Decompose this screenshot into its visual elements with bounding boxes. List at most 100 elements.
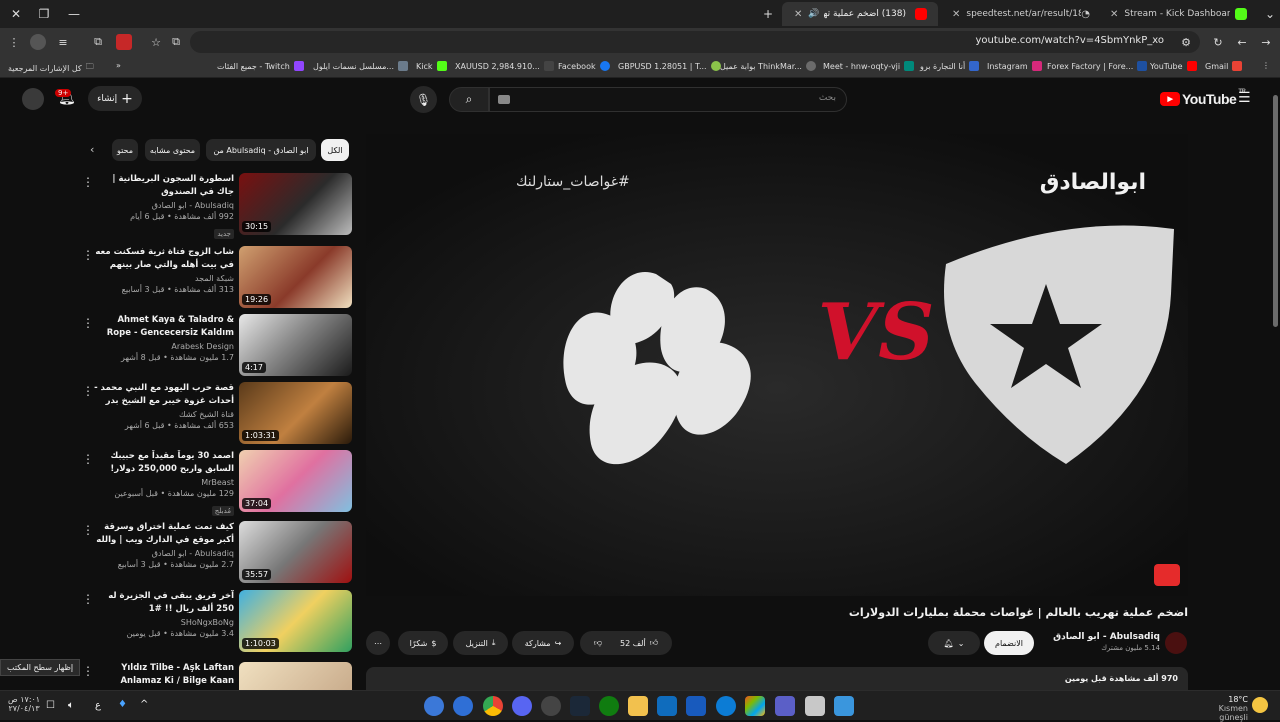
- recommendation-item[interactable]: 1:03:31 قصة حرب اليهود مع النبي محمد - أ…: [80, 382, 352, 446]
- edge-icon[interactable]: [716, 696, 736, 716]
- chip-similar[interactable]: محتوى مشابه: [145, 139, 200, 161]
- more-actions-icon[interactable]: ⋮: [82, 452, 94, 466]
- bookmarks-more-icon[interactable]: ⋮: [1262, 61, 1270, 70]
- recommendation-item[interactable]: 1:10:03 آخر فريق يبقى في الجزيرة له 250 …: [80, 590, 352, 654]
- channel-name[interactable]: Abulsadiq - ابو الصادق: [1045, 632, 1160, 642]
- back-icon[interactable]: ←: [1234, 34, 1250, 50]
- share-button[interactable]: مشاركة ↪: [512, 631, 574, 655]
- chip-from-channel[interactable]: من Abulsadiq - ابو الصادق: [206, 139, 316, 161]
- chip-all[interactable]: الكل: [321, 139, 349, 161]
- menu-icon[interactable]: ⋮: [6, 34, 22, 50]
- tray-app-icon[interactable]: ♦: [118, 699, 127, 710]
- bookmark-star-icon[interactable]: ☆: [148, 34, 164, 50]
- more-actions-icon[interactable]: ⋮: [82, 523, 94, 537]
- channel-avatar[interactable]: [1165, 632, 1187, 654]
- bookmark-gbpusd[interactable]: GBPUSD 1.28051 | T...: [618, 61, 721, 71]
- xbox-icon[interactable]: [599, 696, 619, 716]
- bookmark-twitch[interactable]: جميع الفئات - Twitch: [217, 61, 304, 71]
- recommendation-item[interactable]: 35:57 كيف تمت عملية اختراق وسرقة أكبر مو…: [80, 521, 352, 585]
- extensions-icon[interactable]: ⧉: [90, 34, 106, 50]
- audio-icon[interactable]: 🔊: [808, 9, 819, 19]
- bookmark-meet[interactable]: Meet - hnw-oqty-vji: [823, 61, 915, 71]
- start-icon[interactable]: [834, 696, 854, 716]
- minimize-window-icon[interactable]: —: [64, 4, 84, 24]
- bookmark-tijara[interactable]: أنا التجارة برو: [920, 61, 980, 71]
- bookmark-youtube[interactable]: YouTube: [1150, 61, 1197, 71]
- reload-icon[interactable]: ↻: [1210, 34, 1226, 50]
- tab-kick[interactable]: ✕ Stream - Kick Dashboard: [1098, 2, 1258, 26]
- video-thumbnail[interactable]: 1:10:03: [239, 590, 352, 652]
- search-button[interactable]: ⌕: [449, 87, 489, 112]
- weather-widget[interactable]: 18°C Kısmen güneşli: [1200, 695, 1248, 722]
- video-player[interactable]: VS ابوالصادق #غواصات_ستارلنك: [366, 134, 1188, 596]
- more-actions-icon[interactable]: ⋮: [82, 316, 94, 330]
- steam-icon[interactable]: [570, 696, 590, 716]
- recommendation-item[interactable]: 4:17 Ahmet Kaya & Taladro & Rope - Gence…: [80, 314, 352, 378]
- site-info-icon[interactable]: ⚙: [1178, 34, 1194, 50]
- recommendation-item[interactable]: 30:15 اسطورة السجون البريطانية | جاك في …: [80, 173, 352, 239]
- keyboard-icon[interactable]: [498, 95, 510, 104]
- volume-icon[interactable]: 🔈︎: [68, 700, 74, 711]
- recommendation-item[interactable]: 19:26 شاب الزوج فتاة ثرية فسكنت معه في ب…: [80, 246, 352, 310]
- video-thumbnail[interactable]: 19:26: [239, 246, 352, 308]
- close-tab-icon[interactable]: ✕: [1110, 9, 1118, 20]
- bookmark-instagram[interactable]: Instagram: [987, 61, 1042, 71]
- discord-icon[interactable]: [512, 696, 532, 716]
- more-actions-icon[interactable]: ⋮: [82, 384, 94, 398]
- extension-icon[interactable]: [116, 34, 132, 50]
- dislike-icon[interactable]: 👎︎: [594, 638, 602, 648]
- reading-list-icon[interactable]: ≡: [55, 34, 71, 50]
- bookmark-facebook[interactable]: Facebook: [558, 61, 610, 71]
- all-bookmarks[interactable]: كل الإشارات المرجعية 🗀: [8, 61, 94, 75]
- close-tab-icon[interactable]: ✕: [952, 9, 960, 20]
- obs-icon[interactable]: [541, 696, 561, 716]
- more-actions-icon[interactable]: ⋮: [82, 664, 94, 678]
- chrome-icon[interactable]: [483, 696, 503, 716]
- more-actions-button[interactable]: ⋯: [366, 631, 390, 655]
- youtube-logo[interactable]: ▶ YouTube TR: [1160, 89, 1246, 107]
- file-explorer-icon[interactable]: [628, 696, 648, 716]
- video-thumbnail[interactable]: [239, 662, 352, 690]
- chip-more[interactable]: محتو: [112, 139, 138, 161]
- search-input[interactable]: بحث: [489, 87, 847, 112]
- word-icon[interactable]: [686, 696, 706, 716]
- outlook-icon[interactable]: [657, 696, 677, 716]
- tab-speedtest[interactable]: ✕ speedtest.net/ar/result/183064 ◔: [940, 2, 1096, 26]
- video-thumbnail[interactable]: 4:17: [239, 314, 352, 376]
- video-thumbnail[interactable]: 35:57: [239, 521, 352, 583]
- video-thumbnail[interactable]: 37:04: [239, 450, 352, 512]
- video-thumbnail[interactable]: 1:03:31: [239, 382, 352, 444]
- notifications-icon[interactable]: ☐: [46, 700, 55, 711]
- install-icon[interactable]: ⧉: [168, 34, 184, 50]
- account-avatar[interactable]: [22, 88, 44, 110]
- task-view-icon[interactable]: [805, 696, 825, 716]
- bookmark-series[interactable]: مسلسل نسمات ايلول...: [313, 61, 408, 71]
- language-indicator[interactable]: ع: [95, 700, 101, 711]
- clock[interactable]: ١٧:٠١ ص ٢٧/٠٤/١٣: [8, 695, 40, 713]
- recommendation-item[interactable]: 37:04 اصمد 30 يوماً مقيداً مع حبيبك السا…: [80, 450, 352, 516]
- like-icon[interactable]: 👍︎: [650, 638, 658, 648]
- join-button[interactable]: الانضمام: [984, 631, 1034, 655]
- scrollbar-thumb[interactable]: [1273, 95, 1278, 327]
- guide-menu-icon[interactable]: ☰: [1238, 90, 1251, 106]
- profile-avatar[interactable]: [30, 34, 46, 50]
- tab-youtube[interactable]: ✕ 🔊 (138) اضخم عملية تهريب بال: [782, 2, 938, 26]
- tray-expand-icon[interactable]: ^: [140, 699, 148, 710]
- taskbar-app-icon[interactable]: [453, 696, 473, 716]
- close-tab-icon[interactable]: ✕: [794, 9, 802, 20]
- restore-window-icon[interactable]: ❐: [34, 4, 54, 24]
- subscribed-button[interactable]: 🔔︎ ⌄: [928, 631, 980, 655]
- teams-icon[interactable]: [775, 696, 795, 716]
- forward-icon[interactable]: →: [1258, 34, 1274, 50]
- bookmark-kick[interactable]: Kick: [416, 61, 447, 71]
- copilot-app-icon[interactable]: [745, 696, 765, 716]
- address-bar[interactable]: ☆ ⧉ youtube.com/watch?v=4SbmYnkP_xo ⚙: [151, 31, 1200, 53]
- thanks-button[interactable]: شكرًا $: [398, 631, 448, 655]
- voice-search-button[interactable]: 🎙︎: [410, 86, 437, 113]
- bookmark-thinkmarkets[interactable]: بوابة عميل ThinkMar...: [720, 61, 816, 71]
- close-window-icon[interactable]: ✕: [6, 4, 26, 24]
- new-tab-icon[interactable]: +: [758, 4, 778, 24]
- download-button[interactable]: التنزيل ⤓: [453, 631, 508, 655]
- chips-scroll-left-icon[interactable]: ‹: [90, 143, 94, 156]
- copilot-icon[interactable]: [424, 696, 444, 716]
